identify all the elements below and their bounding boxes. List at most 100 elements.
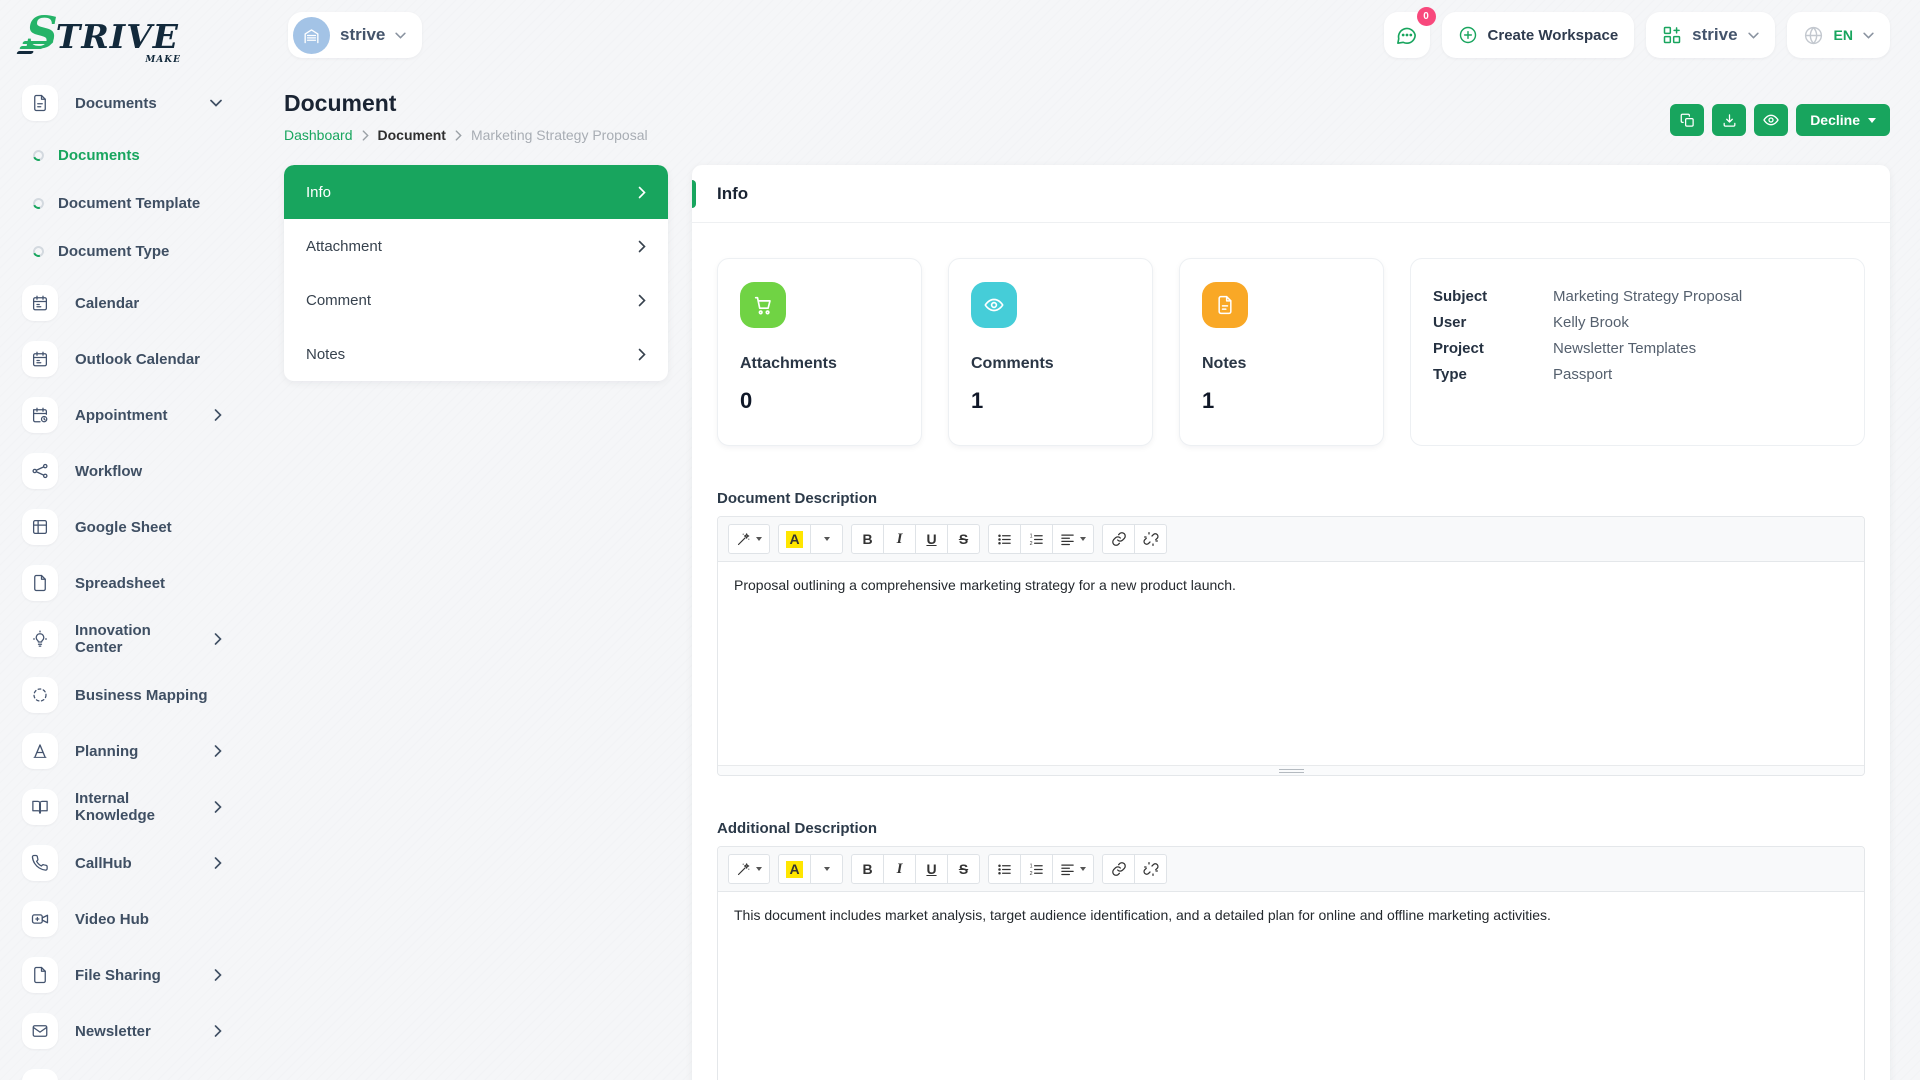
calendar-icon	[22, 285, 58, 321]
italic-button[interactable]: I	[883, 524, 916, 554]
sidebar-item-newsletter[interactable]: Newsletter	[22, 1003, 240, 1059]
sidebar-subitem-label: Document Type	[58, 242, 170, 260]
ordered-list-button[interactable]: 12	[1020, 854, 1053, 884]
style-dropdown-button[interactable]	[728, 524, 770, 554]
stat-label: Comments	[971, 355, 1054, 372]
insert-link-button[interactable]	[1102, 524, 1135, 554]
sidebar-item-spreadsheet[interactable]: Spreadsheet	[22, 555, 240, 611]
sidebar-item-planning[interactable]: Planning	[22, 723, 240, 779]
chevron-down-icon	[395, 32, 407, 39]
tab-info[interactable]: Info	[284, 165, 668, 219]
stat-value: 1	[971, 388, 984, 413]
insert-link-button[interactable]	[1102, 854, 1135, 884]
create-workspace-button[interactable]: Create Workspace	[1441, 12, 1635, 58]
unordered-list-button[interactable]	[988, 854, 1021, 884]
share-icon	[22, 453, 58, 489]
decline-dropdown-button[interactable]: Decline	[1796, 104, 1890, 136]
copy-button[interactable]	[1670, 104, 1705, 136]
paragraph-align-button[interactable]	[1052, 524, 1094, 554]
editor-resize-handle[interactable]	[718, 765, 1864, 775]
sidebar-item-callhub[interactable]: CallHub	[22, 835, 240, 891]
italic-button[interactable]: I	[883, 854, 916, 884]
sidebar-item-label: Workflow	[75, 462, 143, 480]
sidebar-item-label: Internal Knowledge	[75, 790, 156, 824]
unlink-button[interactable]	[1134, 524, 1167, 554]
logo-text: TRIVE	[55, 17, 179, 56]
sidebar-item-label: Spreadsheet	[75, 574, 166, 592]
lightbulb-icon	[22, 621, 58, 657]
strikethrough-button[interactable]: S	[947, 524, 980, 554]
bold-button[interactable]: B	[851, 524, 884, 554]
underline-button[interactable]: U	[915, 854, 948, 884]
logo-tagline: MAKE	[145, 55, 181, 65]
sidebar-item-workflow[interactable]: Workflow	[22, 443, 240, 499]
document-description-input[interactable]: Proposal outlining a comprehensive marke…	[718, 562, 1864, 765]
sidebar-item-appointment[interactable]: Appointment	[22, 387, 240, 443]
font-color-caret-button[interactable]	[810, 854, 843, 884]
unordered-list-button[interactable]	[988, 524, 1021, 554]
workspace-selector[interactable]: strive	[288, 12, 423, 58]
sidebar-item-business-mapping[interactable]: Business Mapping	[22, 667, 240, 723]
additional-description-input[interactable]: This document includes market analysis, …	[718, 892, 1864, 1080]
sidebar-subitem-document-type[interactable]: Document Type	[22, 227, 240, 275]
tab-attachment[interactable]: Attachment	[284, 219, 668, 273]
organization-dropdown[interactable]: strive	[1646, 12, 1775, 58]
breadcrumb-document[interactable]: Document	[378, 127, 446, 143]
sidebar-item-internal-knowledge[interactable]: Internal Knowledge	[22, 779, 240, 835]
stat-card-attachments: Attachments 0	[717, 258, 922, 446]
tab-comment[interactable]: Comment	[284, 273, 668, 327]
font-color-caret-button[interactable]	[810, 524, 843, 554]
stats-row: Attachments 0 Comments 1 Notes 1 Subject…	[717, 258, 1865, 446]
detail-row-type: Type Passport	[1433, 362, 1842, 388]
detail-label: Subject	[1433, 288, 1488, 305]
ordered-list-button[interactable]: 12	[1020, 524, 1053, 554]
download-button[interactable]	[1712, 104, 1747, 136]
style-dropdown-button[interactable]	[728, 854, 770, 884]
link-icon	[1111, 862, 1126, 876]
info-panel-title: Info	[717, 183, 749, 203]
detail-value: Newsletter Templates	[1553, 340, 1697, 357]
detail-row-subject: Subject Marketing Strategy Proposal	[1433, 284, 1842, 310]
document-section-nav: Info Attachment Comment Notes	[284, 165, 668, 381]
additional-description-editor: A B I U S 1 2 This document includes mar…	[717, 846, 1865, 1080]
tab-notes[interactable]: Notes	[284, 327, 668, 381]
sidebar-item-label: Innovation Center	[75, 622, 151, 656]
calendar-clock-icon	[22, 397, 58, 433]
sidebar-item-documents-group[interactable]: Documents	[22, 75, 240, 131]
font-color-button[interactable]: A	[778, 854, 811, 884]
unlink-icon	[1142, 862, 1159, 876]
editor-toolbar: A B I U S 1 2	[718, 517, 1864, 562]
video-camera-icon	[22, 901, 58, 937]
sidebar-item-label: Calendar	[75, 294, 140, 312]
sidebar-item-google-sheet[interactable]: Google Sheet	[22, 499, 240, 555]
document-description-label: Document Description	[717, 490, 878, 507]
tab-label: Attachment	[306, 237, 382, 255]
editor-toolbar: A B I U S 1 2	[718, 847, 1864, 892]
font-color-button[interactable]: A	[778, 524, 811, 554]
unlink-button[interactable]	[1134, 854, 1167, 884]
underline-button[interactable]: U	[915, 524, 948, 554]
sidebar-item-file-sharing[interactable]: File Sharing	[22, 947, 240, 1003]
loader-ring-icon	[31, 243, 46, 259]
sidebar-item-partial[interactable]	[22, 1059, 240, 1080]
sidebar-item-outlook-calendar[interactable]: Outlook Calendar	[22, 331, 240, 387]
stat-card-notes: Notes 1	[1179, 258, 1384, 446]
bold-button[interactable]: B	[851, 854, 884, 884]
paragraph-align-button[interactable]	[1052, 854, 1094, 884]
sidebar-subitem-document-template[interactable]: Document Template	[22, 179, 240, 227]
sidebar-item-label: Planning	[75, 742, 139, 760]
chat-badge: 0	[1416, 7, 1436, 26]
sidebar-item-label: Appointment	[75, 406, 168, 424]
preview-button[interactable]	[1754, 104, 1789, 136]
sidebar-item-innovation-center[interactable]: Innovation Center	[22, 611, 240, 667]
strikethrough-button[interactable]: S	[947, 854, 980, 884]
language-selector[interactable]: EN	[1786, 12, 1890, 58]
sidebar-subitem-documents[interactable]: Documents	[22, 131, 240, 179]
stat-value: 0	[740, 388, 753, 413]
file-icon	[22, 957, 58, 993]
sidebar-item-video-hub[interactable]: Video Hub	[22, 891, 240, 947]
sidebar-item-calendar[interactable]: Calendar	[22, 275, 240, 331]
chat-button[interactable]: 0	[1383, 7, 1436, 58]
building-icon	[304, 28, 319, 43]
breadcrumb-dashboard[interactable]: Dashboard	[284, 127, 353, 143]
